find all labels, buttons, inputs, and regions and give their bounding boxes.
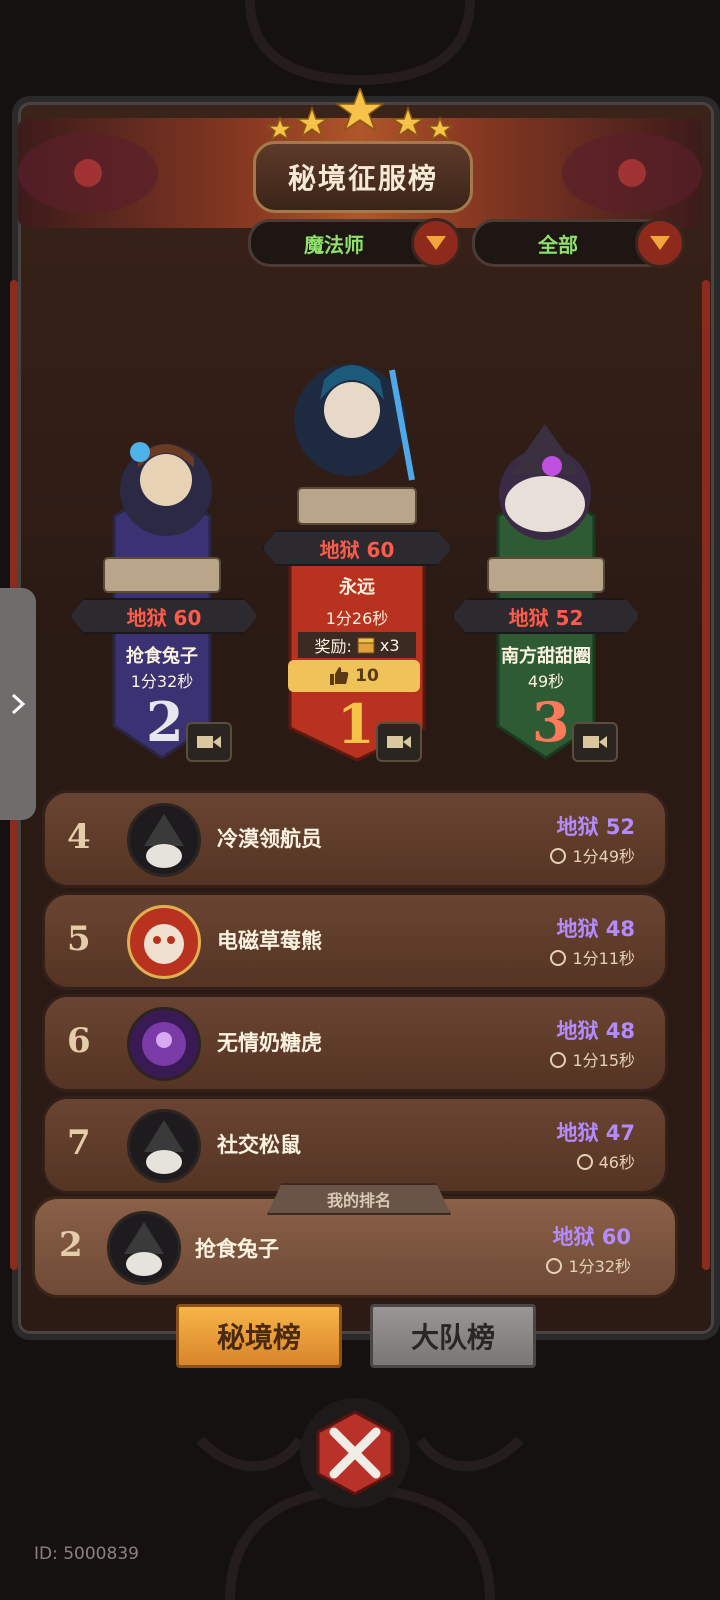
like-button[interactable]: 10	[288, 660, 420, 692]
podium-first-rank: 1	[337, 692, 375, 756]
podium-third-rank: 3	[532, 690, 570, 754]
player-id: ID: 5000839	[34, 1544, 139, 1564]
clear-time: 1分49秒	[550, 843, 635, 867]
scope-dropdown-value: 全部	[538, 232, 578, 257]
class-dropdown-value: 魔法师	[304, 232, 364, 257]
difficulty-label: 地狱 48	[556, 1019, 635, 1043]
list-item[interactable]: 5 电磁草莓熊 地狱 48 1分11秒	[42, 892, 668, 990]
podium-third-time: 49秒	[527, 672, 565, 691]
tab-secret-rank[interactable]: 秘境榜	[176, 1304, 342, 1368]
podium-third-difficulty: 地狱 52	[452, 598, 640, 634]
close-icon	[316, 1410, 394, 1496]
list-item[interactable]: 4 冷漠领航员 地狱 52 1分49秒	[42, 790, 668, 888]
difficulty-label: 地狱 52	[556, 815, 635, 839]
rank-number: 2	[59, 1225, 83, 1265]
clock-icon	[546, 1258, 563, 1274]
avatar	[127, 1109, 201, 1183]
podium-third-name: 南方甜甜圈	[501, 646, 591, 667]
video-replay-icon[interactable]	[376, 722, 422, 762]
reward-label: 奖励:	[314, 637, 352, 656]
like-count: 10	[355, 666, 379, 686]
clear-time: 1分15秒	[550, 1047, 635, 1071]
player-name: 冷漠领航员	[217, 827, 322, 851]
avatar	[127, 905, 201, 979]
list-item[interactable]: 7 社交松鼠 地狱 47 46秒	[42, 1096, 668, 1194]
scope-dropdown[interactable]: 全部	[472, 218, 685, 268]
avatar	[127, 1007, 201, 1081]
class-dropdown[interactable]: 魔法师	[248, 218, 461, 268]
podium-second-rank: 2	[146, 690, 184, 754]
player-name: 电磁草莓熊	[217, 929, 322, 953]
podium-second-time: 1分32秒	[130, 672, 194, 691]
clock-icon	[550, 1052, 567, 1068]
treasure-chest-icon	[357, 637, 375, 654]
chevron-down-icon[interactable]	[635, 218, 685, 268]
right-rail	[702, 280, 710, 1270]
podium-second-difficulty: 地狱 60	[70, 598, 258, 634]
podium-third-avatar	[499, 424, 591, 540]
podium-first-avatar	[294, 364, 415, 481]
podium-first-time: 1分26秒	[325, 609, 389, 628]
difficulty-label: 地狱 47	[556, 1121, 635, 1145]
podium-first-name: 永远	[339, 577, 375, 598]
player-name: 社交松鼠	[217, 1133, 301, 1157]
thumbs-up-icon	[330, 667, 349, 685]
chevron-right-icon	[11, 693, 26, 715]
rank-number: 4	[67, 817, 91, 857]
close-button[interactable]	[300, 1398, 410, 1508]
podium-first-reward: 奖励: x3	[298, 632, 416, 658]
clock-icon	[550, 950, 567, 966]
chevron-down-icon[interactable]	[411, 218, 461, 268]
rank-number: 7	[67, 1123, 91, 1163]
reward-count: x3	[379, 635, 400, 655]
podium-first-difficulty: 地狱 60	[262, 530, 452, 566]
page-title: 秘境征服榜	[253, 141, 473, 213]
stars-icon	[268, 88, 452, 140]
player-name: 抢食兔子	[195, 1237, 279, 1261]
my-rank-row[interactable]: 我的排名 2 抢食兔子 地狱 60 1分32秒	[32, 1183, 678, 1298]
list-item[interactable]: 6 无情奶糖虎 地狱 48 1分15秒	[42, 994, 668, 1092]
clear-time: 1分11秒	[550, 945, 635, 969]
player-name: 无情奶糖虎	[217, 1031, 322, 1055]
avatar	[127, 803, 201, 877]
clock-icon	[550, 848, 567, 864]
video-replay-icon[interactable]	[572, 722, 618, 762]
tab-team-rank[interactable]: 大队榜	[370, 1304, 536, 1368]
difficulty-label: 地狱 60	[552, 1225, 631, 1249]
my-rank-title: 我的排名	[267, 1183, 451, 1215]
side-drawer-handle[interactable]	[0, 588, 36, 820]
clear-time: 46秒	[576, 1149, 635, 1173]
video-replay-icon[interactable]	[186, 722, 232, 762]
clear-time: 1分32秒	[546, 1253, 631, 1277]
rank-number: 6	[67, 1021, 91, 1061]
clock-icon	[576, 1154, 593, 1170]
rank-number: 5	[67, 919, 91, 959]
podium-second-avatar	[120, 442, 212, 536]
avatar	[107, 1211, 181, 1285]
difficulty-label: 地狱 48	[556, 917, 635, 941]
podium-second-name: 抢食兔子	[126, 646, 198, 667]
